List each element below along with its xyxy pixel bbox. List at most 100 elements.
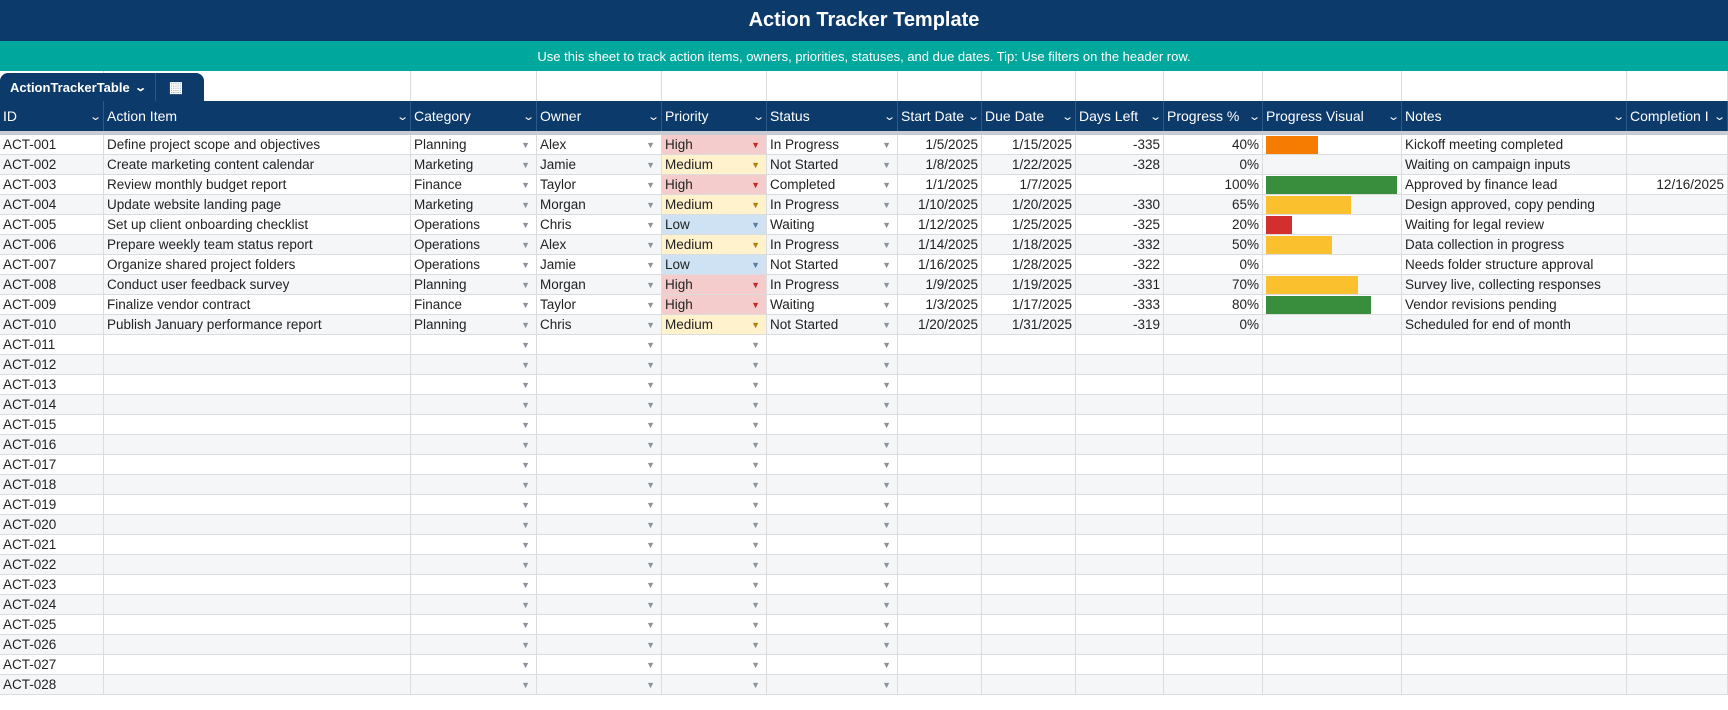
cell-priority[interactable]: ▼ <box>662 495 767 514</box>
dropdown-arrow-icon[interactable]: ▼ <box>751 240 760 250</box>
dropdown-arrow-icon[interactable]: ▼ <box>521 660 530 670</box>
cell-progress-percent[interactable]: 80% <box>1164 295 1263 314</box>
dropdown-arrow-icon[interactable]: ▼ <box>882 360 891 370</box>
cell-category[interactable]: Operations ▼ <box>411 235 537 254</box>
dropdown-arrow-icon[interactable]: ▼ <box>521 460 530 470</box>
dropdown-arrow-icon[interactable]: ▼ <box>521 380 530 390</box>
dropdown-arrow-icon[interactable]: ▼ <box>751 520 760 530</box>
dropdown-arrow-icon[interactable]: ▼ <box>751 600 760 610</box>
cell-action-item[interactable] <box>104 535 411 554</box>
cell-progress-visual[interactable] <box>1263 655 1402 674</box>
cell-owner[interactable]: ▼ <box>537 555 662 574</box>
cell-category[interactable]: Planning ▼ <box>411 275 537 294</box>
cell-notes[interactable] <box>1402 355 1627 374</box>
dropdown-arrow-icon[interactable]: ▼ <box>646 600 655 610</box>
cell-priority[interactable]: High ▼ <box>662 175 767 194</box>
cell-completion-date[interactable] <box>1627 335 1728 354</box>
column-header-priority[interactable]: Priority ⌄ <box>662 101 767 131</box>
dropdown-arrow-icon[interactable]: ▼ <box>882 680 891 690</box>
dropdown-arrow-icon[interactable]: ▼ <box>751 220 760 230</box>
empty-cell[interactable] <box>1076 71 1164 101</box>
dropdown-arrow-icon[interactable]: ▼ <box>646 660 655 670</box>
filter-chevron-icon[interactable]: ⌄ <box>647 110 660 123</box>
dropdown-arrow-icon[interactable]: ▼ <box>521 400 530 410</box>
cell-id[interactable]: ACT-006 <box>0 235 104 254</box>
cell-due-date[interactable]: 1/15/2025 <box>982 135 1076 154</box>
dropdown-arrow-icon[interactable]: ▼ <box>882 520 891 530</box>
cell-priority[interactable]: Medium ▼ <box>662 155 767 174</box>
cell-owner[interactable]: Alex ▼ <box>537 235 662 254</box>
cell-progress-visual[interactable] <box>1263 215 1402 234</box>
cell-priority[interactable]: Medium ▼ <box>662 315 767 334</box>
dropdown-arrow-icon[interactable]: ▼ <box>521 560 530 570</box>
cell-start-date[interactable]: 1/5/2025 <box>898 135 982 154</box>
cell-completion-date[interactable] <box>1627 495 1728 514</box>
cell-progress-visual[interactable] <box>1263 415 1402 434</box>
cell-start-date[interactable]: 1/10/2025 <box>898 195 982 214</box>
cell-id[interactable]: ACT-016 <box>0 435 104 454</box>
cell-status[interactable]: In Progress ▼ <box>767 275 898 294</box>
cell-status[interactable]: ▼ <box>767 515 898 534</box>
cell-id[interactable]: ACT-024 <box>0 595 104 614</box>
dropdown-arrow-icon[interactable]: ▼ <box>646 460 655 470</box>
cell-notes[interactable]: Waiting on campaign inputs <box>1402 155 1627 174</box>
dropdown-arrow-icon[interactable]: ▼ <box>882 400 891 410</box>
cell-due-date[interactable] <box>982 575 1076 594</box>
cell-days-left[interactable] <box>1076 495 1164 514</box>
cell-days-left[interactable]: -319 <box>1076 315 1164 334</box>
cell-owner[interactable]: Jamie ▼ <box>537 155 662 174</box>
cell-action-item[interactable] <box>104 415 411 434</box>
cell-due-date[interactable] <box>982 475 1076 494</box>
cell-days-left[interactable] <box>1076 515 1164 534</box>
dropdown-arrow-icon[interactable]: ▼ <box>646 420 655 430</box>
cell-progress-percent[interactable]: 0% <box>1164 155 1263 174</box>
cell-progress-percent[interactable] <box>1164 655 1263 674</box>
cell-status[interactable]: ▼ <box>767 335 898 354</box>
cell-progress-percent[interactable]: 70% <box>1164 275 1263 294</box>
cell-owner[interactable]: Morgan ▼ <box>537 195 662 214</box>
cell-category[interactable]: ▼ <box>411 375 537 394</box>
cell-progress-visual[interactable] <box>1263 575 1402 594</box>
cell-action-item[interactable] <box>104 555 411 574</box>
dropdown-arrow-icon[interactable]: ▼ <box>751 620 760 630</box>
cell-progress-percent[interactable] <box>1164 495 1263 514</box>
cell-days-left[interactable] <box>1076 335 1164 354</box>
cell-days-left[interactable] <box>1076 655 1164 674</box>
cell-action-item[interactable] <box>104 595 411 614</box>
dropdown-arrow-icon[interactable]: ▼ <box>646 620 655 630</box>
column-header-id[interactable]: ID ⌄ <box>0 101 104 131</box>
cell-start-date[interactable] <box>898 555 982 574</box>
cell-category[interactable]: ▼ <box>411 575 537 594</box>
column-header-completion-date[interactable]: Completion I ⌄ <box>1627 101 1728 131</box>
dropdown-arrow-icon[interactable]: ▼ <box>882 300 891 310</box>
cell-due-date[interactable] <box>982 435 1076 454</box>
cell-category[interactable]: ▼ <box>411 355 537 374</box>
filter-chevron-icon[interactable]: ⌄ <box>1713 110 1726 123</box>
cell-days-left[interactable] <box>1076 395 1164 414</box>
cell-priority[interactable]: High ▼ <box>662 295 767 314</box>
cell-progress-percent[interactable] <box>1164 395 1263 414</box>
cell-priority[interactable]: ▼ <box>662 615 767 634</box>
cell-owner[interactable]: ▼ <box>537 515 662 534</box>
cell-due-date[interactable] <box>982 675 1076 694</box>
cell-notes[interactable] <box>1402 615 1627 634</box>
cell-notes[interactable]: Data collection in progress <box>1402 235 1627 254</box>
cell-status[interactable]: ▼ <box>767 655 898 674</box>
cell-start-date[interactable] <box>898 535 982 554</box>
column-header-category[interactable]: Category ⌄ <box>411 101 537 131</box>
cell-due-date[interactable]: 1/7/2025 <box>982 175 1076 194</box>
cell-status[interactable]: ▼ <box>767 355 898 374</box>
cell-completion-date[interactable] <box>1627 155 1728 174</box>
cell-progress-visual[interactable] <box>1263 515 1402 534</box>
cell-progress-visual[interactable] <box>1263 375 1402 394</box>
cell-id[interactable]: ACT-014 <box>0 395 104 414</box>
dropdown-arrow-icon[interactable]: ▼ <box>521 580 530 590</box>
cell-days-left[interactable] <box>1076 675 1164 694</box>
filter-chevron-icon[interactable]: ⌄ <box>1248 110 1261 123</box>
cell-owner[interactable]: ▼ <box>537 395 662 414</box>
cell-start-date[interactable]: 1/12/2025 <box>898 215 982 234</box>
cell-id[interactable]: ACT-019 <box>0 495 104 514</box>
filter-chevron-icon[interactable]: ⌄ <box>89 110 102 123</box>
cell-completion-date[interactable] <box>1627 415 1728 434</box>
cell-status[interactable]: ▼ <box>767 475 898 494</box>
